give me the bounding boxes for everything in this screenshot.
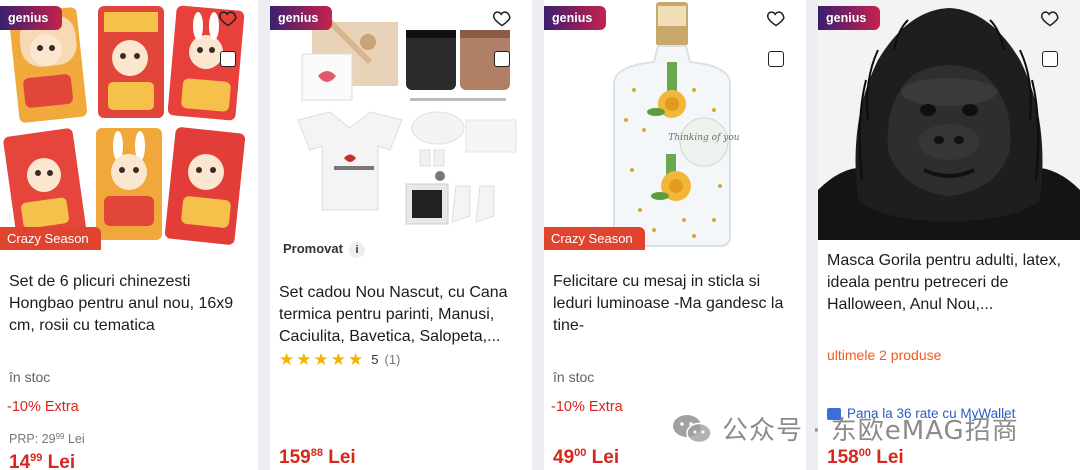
- stock-warning: ultimele 2 produse: [827, 347, 942, 363]
- bottle-message-text: Thinking of you: [668, 133, 739, 143]
- price-integer: 158: [827, 447, 859, 468]
- product-title[interactable]: Felicitare cu mesaj in sticla si leduri …: [553, 271, 795, 337]
- product-price: 15988 Lei: [279, 447, 356, 469]
- price-decimals: 00: [574, 447, 587, 459]
- prp-decimals: 99: [55, 432, 65, 441]
- product-price: 15800 Lei: [827, 447, 904, 469]
- price-decimals: 99: [30, 452, 43, 464]
- watermark-text: 公众号 · 东欧eMAG招商: [722, 416, 1019, 446]
- crazy-season-badge: Crazy Season: [544, 227, 645, 250]
- watermark: 公众号 · 东欧eMAG招商: [672, 410, 1019, 447]
- compare-checkbox-icon[interactable]: [220, 51, 236, 67]
- stock-status: în stoc: [9, 369, 51, 385]
- product-price: 1499 Lei: [9, 452, 75, 470]
- price-integer: 14: [9, 452, 31, 470]
- gorilla-mask-image: [818, 0, 1080, 240]
- star-icon: ★: [296, 350, 312, 369]
- genius-badge: genius: [0, 6, 63, 30]
- price-integer: 159: [279, 447, 311, 468]
- price-currency: Lei: [591, 447, 620, 468]
- price-decimals: 88: [310, 447, 323, 459]
- product-image[interactable]: Thinking of you: [544, 0, 806, 250]
- product-card-4[interactable]: genius Masca Gorila pentru adulti, latex…: [818, 0, 1080, 470]
- extra-discount: -10% Extra: [551, 399, 623, 415]
- crazy-season-badge: Crazy Season: [0, 227, 101, 250]
- message-bottle-image: Thinking of you: [544, 0, 806, 250]
- price-integer: 49: [553, 447, 575, 468]
- prp-label: PRP: 29: [9, 432, 56, 446]
- promoted-text: Promovat: [283, 241, 343, 256]
- wechat-icon: [673, 414, 712, 443]
- star-icon: ★: [279, 350, 295, 369]
- product-image[interactable]: [270, 0, 532, 238]
- star-icon: ★: [330, 350, 346, 369]
- product-card-3[interactable]: Thinking of you genius Crazy Season Feli…: [544, 0, 806, 470]
- rating[interactable]: ★ ★ ★ ★ ★ 5 (1): [279, 351, 400, 368]
- product-price: 4900 Lei: [553, 447, 619, 469]
- price-decimals: 00: [858, 447, 871, 459]
- red-envelopes-image: [0, 0, 258, 250]
- promoted-label: Promovat i: [283, 241, 365, 258]
- price-currency: Lei: [876, 447, 904, 468]
- product-card-2[interactable]: genius Promovat i Set cadou Nou Nascut, c…: [270, 0, 532, 470]
- price-currency: Lei: [328, 447, 356, 468]
- genius-badge: genius: [818, 6, 881, 30]
- heart-icon[interactable]: [492, 8, 512, 28]
- heart-icon[interactable]: [766, 8, 786, 28]
- star-icon: ★: [348, 350, 364, 369]
- price-currency: Lei: [47, 452, 76, 470]
- heart-icon[interactable]: [218, 8, 238, 28]
- rating-count: (1): [384, 352, 401, 367]
- prp-currency: Lei: [67, 432, 85, 446]
- compare-checkbox-icon[interactable]: [1042, 51, 1058, 67]
- info-icon[interactable]: i: [348, 242, 365, 258]
- product-image[interactable]: [0, 0, 258, 250]
- stock-status: în stoc: [553, 369, 595, 385]
- newborn-gift-set-image: [270, 0, 532, 238]
- product-image[interactable]: [818, 0, 1080, 240]
- genius-badge: genius: [270, 6, 333, 30]
- product-title[interactable]: Masca Gorila pentru adulti, latex, ideal…: [827, 250, 1069, 316]
- compare-checkbox-icon[interactable]: [494, 51, 510, 67]
- compare-checkbox-icon[interactable]: [768, 51, 784, 67]
- product-title[interactable]: Set de 6 plicuri chinezesti Hongbao pent…: [9, 271, 249, 337]
- star-icon: ★: [313, 350, 329, 369]
- product-card-1[interactable]: genius Crazy Season Set de 6 plicuri chi…: [0, 0, 258, 470]
- product-title[interactable]: Set cadou Nou Nascut, cu Cana termica pe…: [279, 282, 521, 348]
- rating-value: 5: [371, 352, 379, 367]
- prp-price: PRP: 2999 Lei: [9, 432, 85, 446]
- extra-discount: -10% Extra: [7, 399, 79, 415]
- genius-badge: genius: [544, 6, 607, 30]
- heart-icon[interactable]: [1040, 8, 1060, 28]
